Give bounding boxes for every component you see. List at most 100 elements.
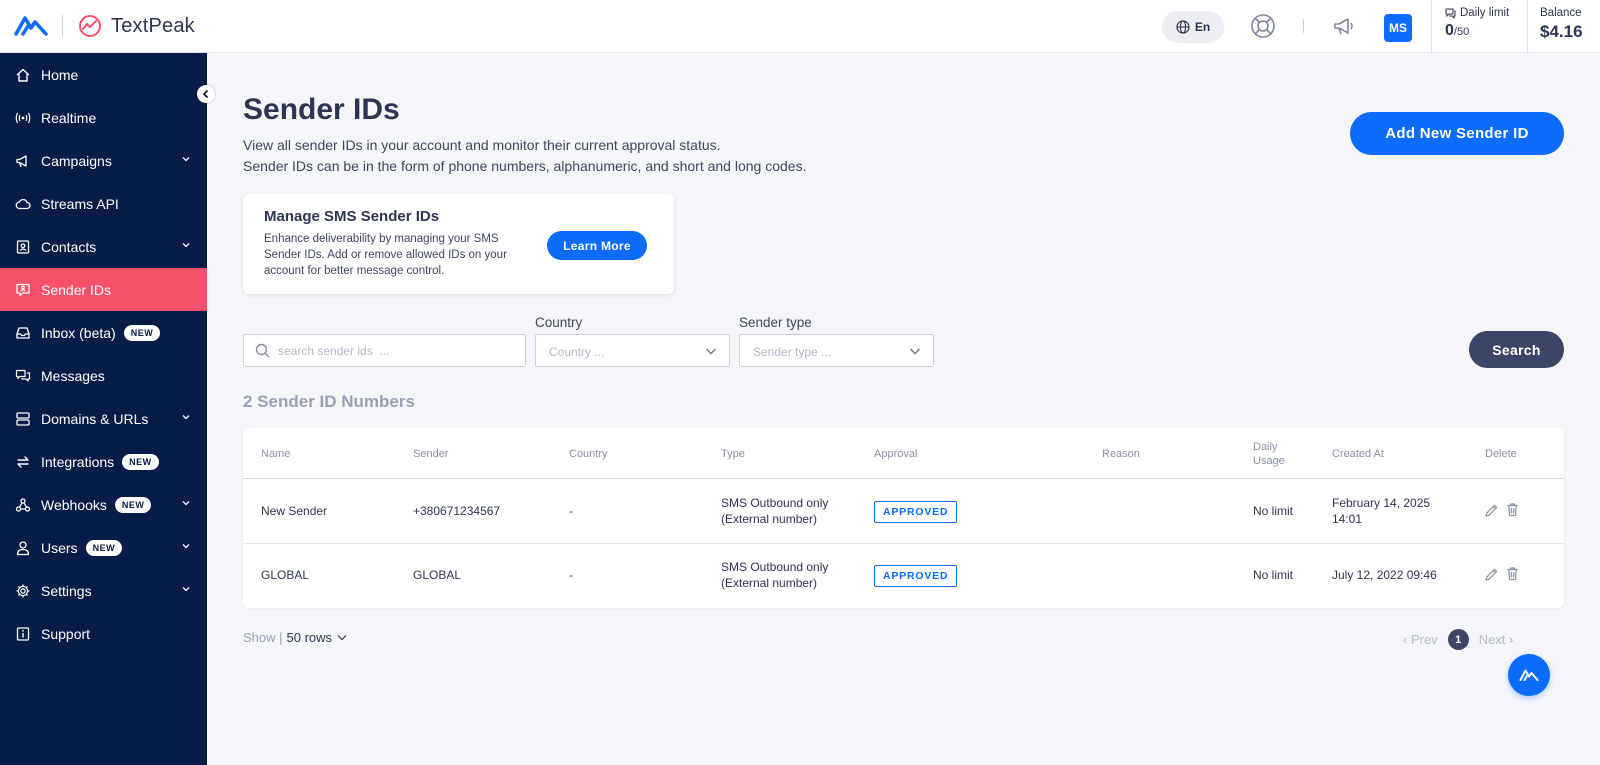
sidebar-item-home[interactable]: Home — [0, 53, 207, 96]
cloud-icon — [14, 195, 32, 213]
brand-divider — [62, 15, 63, 37]
edit-icon[interactable] — [1484, 567, 1499, 582]
language-label: En — [1194, 20, 1211, 34]
server-icon — [14, 410, 32, 428]
daily-limit-label: Daily limit — [1460, 7, 1510, 19]
brand[interactable]: TextPeak — [0, 0, 195, 53]
next-page-button[interactable]: Next › — [1479, 632, 1514, 647]
chevron-down-icon — [182, 157, 190, 162]
broadcast-icon — [14, 109, 32, 127]
sidebar-item-domains-urls[interactable]: Domains & URLs — [0, 397, 207, 440]
add-sender-id-button[interactable]: Add New Sender ID — [1350, 112, 1564, 155]
cell-type-line: SMS Outbound only — [721, 560, 829, 574]
cell-daily-usage: No limit — [1253, 504, 1294, 518]
sidebar-item-integrations[interactable]: Integrations NEW — [0, 440, 207, 483]
sidebar-item-label: Realtime — [41, 109, 97, 126]
country-label: Country — [535, 315, 583, 330]
integrations-icon — [14, 453, 32, 471]
sidebar-item-sender-ids[interactable]: Sender IDs — [0, 268, 207, 311]
column-header-type[interactable]: Type — [721, 428, 745, 479]
cell-created-at: February 14, 2025 14:01 — [1332, 495, 1430, 527]
chevron-down-icon — [706, 348, 716, 355]
rows-per-page[interactable]: Show | 50 rows — [243, 630, 348, 645]
sidebar-item-webhooks[interactable]: Webhooks NEW — [0, 483, 207, 526]
country-select[interactable]: Country ... — [535, 334, 730, 367]
sidebar-collapse-button[interactable] — [197, 85, 215, 103]
chevron-down-icon — [337, 634, 347, 640]
cell-type-line: SMS Outbound only — [721, 496, 829, 510]
lifebuoy-icon[interactable] — [1250, 13, 1276, 39]
sidebar-item-campaigns[interactable]: Campaigns — [0, 139, 207, 182]
page-description-line: View all sender IDs in your account and … — [243, 137, 721, 153]
cell-type: SMS Outbound only (External number) — [721, 559, 828, 591]
prev-label: Prev — [1410, 632, 1438, 647]
sender-type-label: Sender type — [739, 315, 812, 330]
balance-label: Balance — [1540, 7, 1582, 19]
column-header-daily-usage-line: Usage — [1253, 454, 1285, 467]
cell-type: SMS Outbound only (External number) — [721, 495, 828, 527]
sender-ids-table: Name Sender Country Type Approval Reason… — [243, 428, 1564, 608]
sidebar-item-settings[interactable]: Settings — [0, 569, 207, 612]
search-button[interactable]: Search — [1469, 331, 1564, 368]
search-input[interactable] — [278, 343, 508, 358]
column-header-reason[interactable]: Reason — [1102, 428, 1140, 479]
column-header-name[interactable]: Name — [261, 428, 290, 479]
user-avatar[interactable]: MS — [1384, 14, 1412, 42]
chevron-down-icon — [182, 587, 190, 592]
cell-created-at-line: July 12, 2022 09:46 — [1332, 568, 1437, 582]
column-header-daily-usage[interactable]: Daily Usage — [1253, 428, 1285, 479]
promo-description: Enhance deliverability by managing your … — [264, 233, 507, 277]
sidebar-item-users[interactable]: Users NEW — [0, 526, 207, 569]
brand-name: TextPeak — [111, 14, 195, 37]
sidebar-item-label: Streams API — [41, 195, 119, 212]
sender-type-select[interactable]: Sender type ... — [739, 334, 934, 367]
home-icon — [14, 66, 32, 84]
sidebar-item-label: Users — [41, 539, 78, 556]
cell-sender: GLOBAL — [413, 568, 462, 582]
prev-page-button[interactable]: ‹ Prev — [1403, 632, 1438, 647]
sidebar-item-messages[interactable]: Messages — [0, 354, 207, 397]
sidebar-item-label: Support — [41, 625, 91, 642]
column-header-sender[interactable]: Sender — [413, 428, 448, 479]
contacts-icon — [14, 238, 32, 256]
chevron-down-icon — [910, 348, 920, 355]
table-header-divider — [243, 478, 1564, 479]
trash-icon[interactable] — [1505, 502, 1520, 517]
cell-name: New Sender — [261, 504, 328, 518]
edit-icon[interactable] — [1484, 503, 1499, 518]
sidebar-item-label: Messages — [41, 367, 105, 384]
search-field[interactable] — [243, 334, 526, 367]
sidebar-item-contacts[interactable]: Contacts — [0, 225, 207, 268]
page-number[interactable]: 1 — [1447, 629, 1469, 650]
sidebar-item-streams-api[interactable]: Streams API — [0, 182, 207, 225]
sidebar-item-label: Inbox (beta) — [41, 324, 116, 341]
table-row-divider — [243, 543, 1564, 544]
webhook-icon — [14, 496, 32, 514]
balance-value: $4.16 — [1540, 22, 1583, 41]
sidebar-item-inbox[interactable]: Inbox (beta) NEW — [0, 311, 207, 354]
sidebar-item-realtime[interactable]: Realtime — [0, 96, 207, 139]
main-content: Sender IDs View all sender IDs in your a… — [207, 53, 1600, 765]
announcements-icon[interactable] — [1332, 14, 1356, 38]
new-badge: NEW — [114, 496, 152, 513]
column-header-created-at[interactable]: Created At — [1332, 428, 1384, 479]
inbox-icon — [14, 324, 32, 342]
learn-more-button[interactable]: Learn More — [547, 231, 647, 260]
column-header-country[interactable]: Country — [569, 428, 608, 479]
daily-limit-used: 0 — [1445, 22, 1454, 39]
cell-created-at-line: February 14, 2025 — [1332, 496, 1431, 510]
cell-country: - — [569, 504, 573, 518]
cell-approval: APPROVED — [874, 565, 958, 587]
support-icon — [14, 625, 32, 643]
trash-icon[interactable] — [1505, 566, 1520, 581]
language-selector[interactable]: En — [1162, 11, 1224, 43]
cell-country: - — [569, 568, 573, 582]
chat-widget-button[interactable] — [1508, 654, 1550, 696]
sidebar-item-label: Sender IDs — [41, 281, 112, 298]
cell-created-at: July 12, 2022 09:46 — [1332, 567, 1437, 583]
column-header-approval[interactable]: Approval — [874, 428, 917, 479]
sidebar-item-support[interactable]: Support — [0, 612, 207, 655]
sidebar: Home Realtime Campaigns Streams API Cont… — [0, 53, 207, 765]
sidebar-item-label: Home — [41, 66, 79, 83]
results-count: 2 Sender ID Numbers — [243, 392, 415, 411]
